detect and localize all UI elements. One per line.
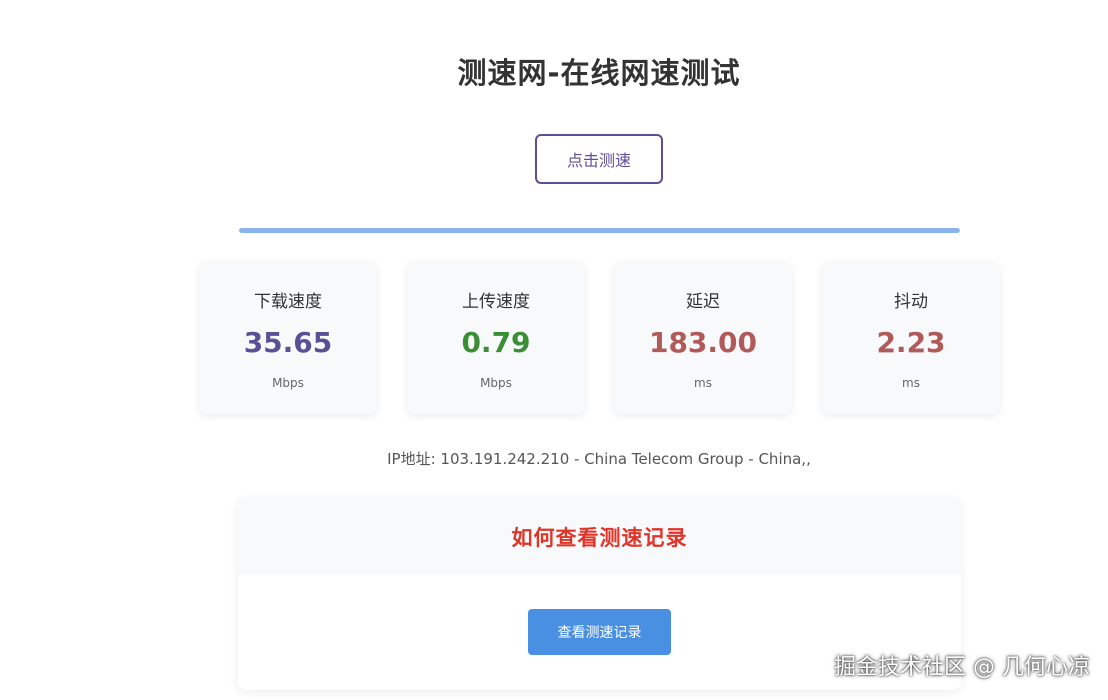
upload-unit: Mbps xyxy=(480,376,512,390)
jitter-value: 2.23 xyxy=(876,326,946,359)
upload-label: 上传速度 xyxy=(462,292,530,312)
progress-fill xyxy=(239,228,960,233)
metrics-panel: 下载速度 35.65 Mbps 上传速度 0.79 Mbps 延迟 183.00… xyxy=(199,262,1000,414)
ip-info: IP地址: 103.191.242.210 - China Telecom Gr… xyxy=(387,450,811,468)
download-value: 35.65 xyxy=(243,326,333,359)
progress-bar xyxy=(239,228,960,233)
latency-label: 延迟 xyxy=(686,292,720,312)
start-test-button[interactable]: 点击测速 xyxy=(535,134,663,184)
jitter-card: 抖动 2.23 ms xyxy=(822,262,1000,414)
upload-card: 上传速度 0.79 Mbps xyxy=(407,262,585,414)
record-title: 如何查看测速记录 xyxy=(511,525,688,550)
watermark: 掘金技术社区 @ 几何心凉 xyxy=(834,655,1090,680)
latency-value: 183.00 xyxy=(648,326,758,359)
latency-card: 延迟 183.00 ms xyxy=(614,262,792,414)
page-title: 测速网-在线网速测试 xyxy=(457,56,741,90)
upload-value: 0.79 xyxy=(461,326,531,359)
latency-unit: ms xyxy=(694,376,712,390)
download-label: 下载速度 xyxy=(254,292,322,312)
download-unit: Mbps xyxy=(272,376,304,390)
record-header: 如何查看测速记录 xyxy=(238,498,961,575)
view-records-button[interactable]: 查看测速记录 xyxy=(528,609,671,655)
download-card: 下载速度 35.65 Mbps xyxy=(199,262,377,414)
jitter-label: 抖动 xyxy=(894,292,928,312)
jitter-unit: ms xyxy=(902,376,920,390)
